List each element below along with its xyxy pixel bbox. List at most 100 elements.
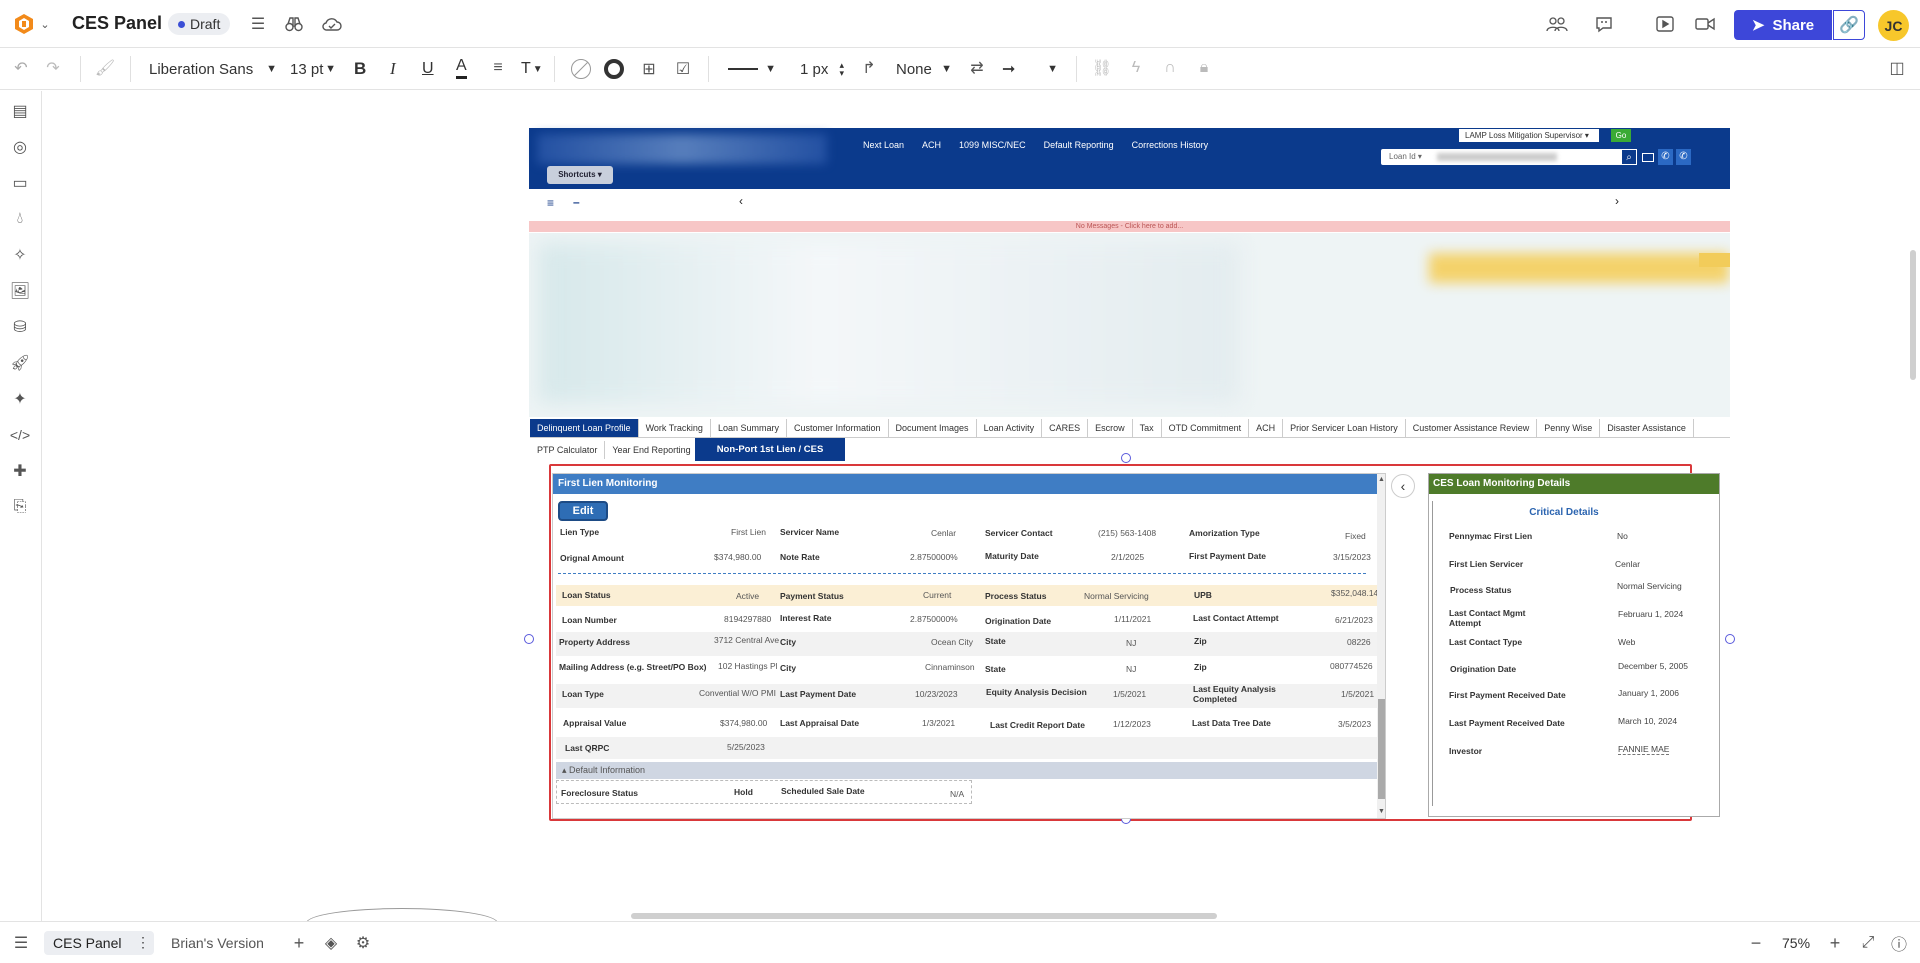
comments-icon[interactable]	[1592, 12, 1616, 36]
line-end-select[interactable]: ➞ ▼	[1002, 57, 1058, 81]
zoom-out-icon[interactable]: −	[1745, 932, 1767, 954]
document-title[interactable]: CES Panel	[72, 13, 162, 34]
tab-ptp-calculator[interactable]: PTP Calculator	[530, 441, 606, 459]
shortcuts-button[interactable]: Shortcuts ▾	[547, 166, 613, 184]
text-options-button[interactable]: T ▼	[521, 57, 543, 81]
scroll-up-arrow-icon[interactable]: ▲	[1378, 476, 1385, 483]
lightning-icon[interactable]: ϟ	[1125, 57, 1147, 79]
format-painter-icon[interactable]: 🖌	[94, 57, 116, 79]
pages-icon[interactable]: ▤	[8, 99, 32, 123]
loan-id-search[interactable]: Loan Id ▾ ⌕	[1381, 149, 1637, 165]
frame-icon[interactable]: ▭	[8, 171, 32, 195]
mock-next-icon[interactable]: ›	[1615, 194, 1619, 208]
horizontal-scrollbar[interactable]	[631, 913, 1217, 919]
canvas-mockup[interactable]: Next Loan ACH 1099 MISC/NEC Default Repo…	[524, 128, 1735, 828]
share-button[interactable]: ➤ Share	[1734, 10, 1832, 40]
fit-to-screen-icon[interactable]: ⤢	[1857, 932, 1879, 954]
line-width-input[interactable]: 1 px ▴ ▾	[800, 57, 844, 81]
edit-button[interactable]: Edit	[558, 501, 608, 521]
no-fill-icon[interactable]	[570, 58, 592, 80]
hamburger-menu-icon[interactable]: ☰	[246, 12, 270, 36]
go-button[interactable]: Go	[1611, 129, 1631, 142]
code-icon[interactable]: </>	[8, 423, 32, 447]
rocket-icon[interactable]: 🚀︎	[8, 351, 32, 375]
lock-icon[interactable]: 🔒︎	[1193, 57, 1215, 79]
zoom-level[interactable]: 75%	[1782, 935, 1810, 951]
bold-button[interactable]: B	[354, 57, 366, 81]
fill-drop-icon[interactable]: 💧︎	[8, 207, 32, 231]
present-icon[interactable]	[1653, 12, 1677, 36]
tab-non-port-ces[interactable]: Non-Port 1st Lien / CES	[695, 438, 845, 461]
phone-icon[interactable]: ✆	[1658, 149, 1673, 165]
resize-handle-right[interactable]	[1725, 634, 1735, 644]
tab-customer-information[interactable]: Customer Information	[786, 419, 889, 437]
panel-scrollbar[interactable]: ▲ ▼	[1377, 474, 1385, 818]
import-icon[interactable]: ⎘	[8, 495, 32, 519]
magnet-icon[interactable]: ∩	[1159, 57, 1181, 79]
monitor-icon[interactable]	[1642, 153, 1654, 162]
role-select[interactable]: LAMP Loss Mitigation Supervisor ▾	[1459, 129, 1599, 142]
mock-collapse-icon[interactable]: –	[573, 195, 580, 209]
undo-icon[interactable]: ↶	[10, 57, 32, 79]
collaborators-icon[interactable]	[1544, 12, 1570, 36]
magic-wand-icon[interactable]: ✧	[8, 243, 32, 267]
layers-icon[interactable]: ◈	[320, 932, 342, 954]
tab-customer-assistance-review[interactable]: Customer Assistance Review	[1405, 419, 1538, 437]
redo-icon[interactable]: ↷	[42, 57, 64, 79]
tab-delinquent-loan-profile[interactable]: Delinquent Loan Profile	[530, 419, 639, 437]
user-avatar[interactable]: JC	[1878, 10, 1909, 41]
copy-link-button[interactable]: 🔗	[1833, 10, 1865, 40]
message-bar[interactable]: No Messages - Click here to add...	[529, 221, 1730, 232]
nav-link[interactable]: Next Loan	[863, 140, 904, 150]
binoculars-icon[interactable]	[282, 12, 306, 36]
video-call-icon[interactable]	[1693, 12, 1717, 36]
help-icon[interactable]: ⓘ	[1888, 932, 1910, 954]
page-settings-icon[interactable]: ⚙	[352, 932, 374, 954]
database-icon[interactable]: ⛁	[8, 315, 32, 339]
nav-link[interactable]: Default Reporting	[1044, 140, 1114, 150]
panel-toggle-icon[interactable]: ◫	[1886, 57, 1908, 79]
swap-arrows-icon[interactable]: ⇄	[966, 57, 988, 79]
italic-button[interactable]: I	[390, 57, 396, 81]
align-center-icon[interactable]: ≡	[487, 57, 509, 79]
scroll-thumb[interactable]	[1378, 699, 1385, 799]
zoom-in-icon[interactable]: +	[1824, 932, 1846, 954]
tab-cares[interactable]: CARES	[1042, 419, 1089, 437]
line-style-select[interactable]: ▼	[728, 57, 776, 81]
scroll-down-arrow-icon[interactable]: ▼	[1378, 808, 1385, 815]
border-style-icon[interactable]	[603, 58, 625, 80]
shape-options-icon[interactable]: ⊞	[638, 58, 660, 80]
vertical-scrollbar[interactable]	[1910, 250, 1916, 380]
link-icon[interactable]: ⛓	[1091, 57, 1113, 79]
app-menu-chevron-icon[interactable]: ⌄	[38, 16, 52, 32]
nav-link[interactable]: 1099 MISC/NEC	[959, 140, 1026, 150]
tab-prior-servicer[interactable]: Prior Servicer Loan History	[1283, 419, 1406, 437]
mock-prev-icon[interactable]: ‹	[739, 194, 743, 208]
underline-button[interactable]: U	[422, 57, 434, 81]
page-tab[interactable]: Brian's Version	[171, 935, 264, 951]
line-start-select[interactable]: None ▼	[896, 57, 952, 81]
tab-work-tracking[interactable]: Work Tracking	[638, 419, 711, 437]
nav-link[interactable]: Corrections History	[1132, 140, 1209, 150]
tab-loan-summary[interactable]: Loan Summary	[710, 419, 787, 437]
tab-document-images[interactable]: Document Images	[888, 419, 977, 437]
tab-ach[interactable]: ACH	[1249, 419, 1284, 437]
font-size-select[interactable]: 13 pt ▼	[290, 57, 336, 81]
plugin-icon[interactable]: ✚	[8, 459, 32, 483]
conditional-format-icon[interactable]: ☑	[672, 58, 694, 80]
loan-id-select[interactable]: Loan Id ▾	[1389, 152, 1422, 161]
font-family-select[interactable]: Liberation Sans ▼	[149, 57, 277, 81]
app-logo-icon[interactable]	[12, 12, 36, 36]
page-list-icon[interactable]: ☰	[10, 932, 32, 954]
tab-penny-wise[interactable]: Penny Wise	[1537, 419, 1601, 437]
nav-link[interactable]: ACH	[922, 140, 941, 150]
ai-sparkle-icon[interactable]: ✦	[8, 387, 32, 411]
page-options-icon[interactable]: ⋮	[136, 934, 150, 951]
tab-loan-activity[interactable]: Loan Activity	[976, 419, 1043, 437]
resize-handle-left[interactable]	[524, 634, 534, 644]
collapse-panel-button[interactable]: ‹	[1391, 474, 1415, 498]
connector-style-icon[interactable]: ↱	[858, 57, 880, 79]
resize-handle-top[interactable]	[1121, 453, 1131, 463]
mock-list-icon[interactable]: ≡	[547, 196, 554, 210]
tab-year-end-reporting[interactable]: Year End Reporting	[605, 441, 699, 459]
